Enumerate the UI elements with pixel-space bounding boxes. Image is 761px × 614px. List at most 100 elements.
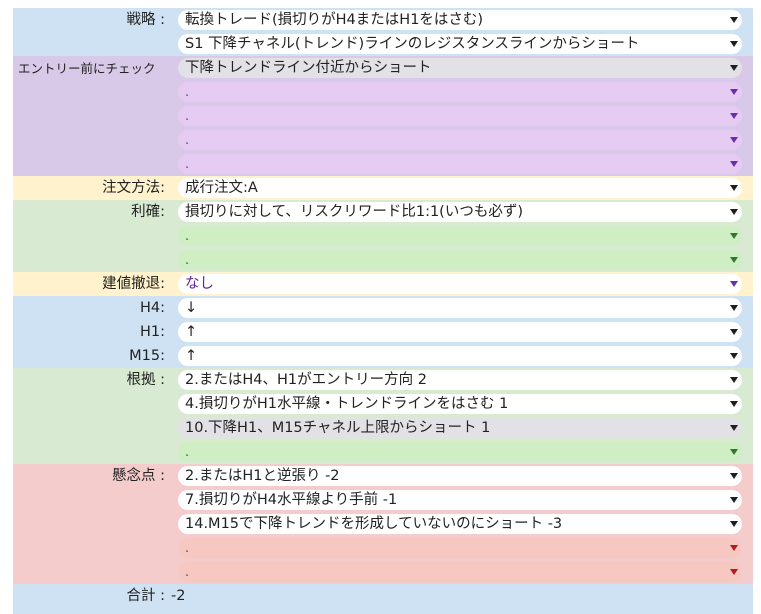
chevron-down-icon bbox=[730, 401, 738, 407]
concerns-value-2: 7.損切りがH4水平線より手前 -1 bbox=[185, 492, 398, 508]
concerns-value-3: 14.M15で下降トレンドを形成していないのにショート -3 bbox=[185, 516, 563, 532]
basis-dropdown-4[interactable]: . bbox=[178, 442, 742, 462]
pre-entry-row-3: . bbox=[13, 104, 753, 128]
basis-row: 根拠 : 2.またはH4、H1がエントリー方向 2 bbox=[13, 368, 753, 392]
h1-value: ↑ bbox=[185, 324, 198, 340]
basis-value-2: 4.損切りがH1水平線・トレンドラインをはさむ 1 bbox=[185, 396, 509, 412]
h1-row: H1: ↑ bbox=[13, 320, 753, 344]
strategy-row-2: S1 下降チャネル(トレンド)ラインのレジスタンスラインからショート bbox=[13, 32, 753, 56]
chevron-down-icon bbox=[730, 329, 738, 335]
concerns-dropdown-3[interactable]: 14.M15で下降トレンドを形成していないのにショート -3 bbox=[178, 514, 742, 534]
concerns-value-4: . bbox=[185, 541, 190, 556]
concerns-dropdown-2[interactable]: 7.損切りがH4水平線より手前 -1 bbox=[178, 490, 742, 510]
take-profit-row: 利確: 損切りに対して、リスクリワード比1:1(いつも必ず) bbox=[13, 200, 753, 224]
total-value: -2 bbox=[171, 588, 186, 604]
basis-value-4: . bbox=[185, 445, 190, 460]
take-profit-value-3: . bbox=[185, 253, 190, 268]
chevron-down-icon bbox=[730, 233, 738, 239]
chevron-down-icon bbox=[730, 161, 738, 167]
chevron-down-icon bbox=[730, 185, 738, 191]
concerns-row-5: . bbox=[13, 560, 753, 584]
pre-entry-value-1: 下降トレンドライン付近からショート bbox=[185, 60, 432, 76]
trade-checklist-form: 戦略 : 転換トレード(損切りがH4またはH1をはさむ) S1 下降チャネル(ト… bbox=[0, 0, 761, 614]
chevron-down-icon bbox=[730, 281, 738, 287]
concerns-dropdown-4[interactable]: . bbox=[178, 538, 742, 558]
chevron-down-icon bbox=[730, 569, 738, 575]
basis-value-3: 10.下降H1、M15チャネル上限からショート 1 bbox=[185, 420, 491, 436]
order-method-row: 注文方法: 成行注文:A bbox=[13, 176, 753, 200]
m15-label: M15: bbox=[129, 348, 165, 364]
strategy-dropdown-1[interactable]: 転換トレード(損切りがH4またはH1をはさむ) bbox=[178, 10, 742, 30]
concerns-row: 懸念点 : 2.またはH1と逆張り -2 bbox=[13, 464, 753, 488]
chevron-down-icon bbox=[730, 353, 738, 359]
pre-entry-row: エントリー前にチェック 下降トレンドライン付近からショート bbox=[13, 56, 753, 80]
chevron-down-icon bbox=[730, 209, 738, 215]
pre-entry-row-5: . bbox=[13, 152, 753, 176]
chevron-down-icon bbox=[730, 137, 738, 143]
order-method-label: 注文方法: bbox=[102, 180, 165, 196]
chevron-down-icon bbox=[730, 113, 738, 119]
withdrawal-label: 建値撤退: bbox=[102, 276, 165, 292]
h4-dropdown[interactable]: ↓ bbox=[178, 298, 742, 318]
pre-entry-row-2: . bbox=[13, 80, 753, 104]
pre-entry-dropdown-4[interactable]: . bbox=[178, 130, 742, 150]
basis-row-4: . bbox=[13, 440, 753, 464]
take-profit-row-2: . bbox=[13, 224, 753, 248]
take-profit-dropdown-3[interactable]: . bbox=[178, 250, 742, 270]
chevron-down-icon bbox=[730, 89, 738, 95]
pre-entry-value-4: . bbox=[185, 133, 190, 148]
withdrawal-dropdown[interactable]: なし bbox=[178, 274, 742, 294]
concerns-dropdown-5[interactable]: . bbox=[178, 562, 742, 582]
pre-entry-dropdown-1[interactable]: 下降トレンドライン付近からショート bbox=[178, 58, 742, 78]
basis-label: 根拠 : bbox=[126, 372, 166, 388]
chevron-down-icon bbox=[730, 521, 738, 527]
basis-row-3: 10.下降H1、M15チャネル上限からショート 1 bbox=[13, 416, 753, 440]
pre-entry-dropdown-2[interactable]: . bbox=[178, 82, 742, 102]
chevron-down-icon bbox=[730, 257, 738, 263]
take-profit-dropdown-1[interactable]: 損切りに対して、リスクリワード比1:1(いつも必ず) bbox=[178, 202, 742, 222]
strategy-dropdown-2[interactable]: S1 下降チャネル(トレンド)ラインのレジスタンスラインからショート bbox=[178, 34, 742, 54]
pre-entry-dropdown-3[interactable]: . bbox=[178, 106, 742, 126]
h4-value: ↓ bbox=[185, 300, 198, 316]
strategy-label: 戦略 : bbox=[126, 12, 166, 28]
pre-entry-value-5: . bbox=[185, 157, 190, 172]
m15-value: ↑ bbox=[185, 348, 198, 364]
chevron-down-icon bbox=[730, 377, 738, 383]
m15-row: M15: ↑ bbox=[13, 344, 753, 368]
pre-entry-dropdown-5[interactable]: . bbox=[178, 154, 742, 174]
concerns-row-4: . bbox=[13, 536, 753, 560]
basis-value-1: 2.またはH4、H1がエントリー方向 2 bbox=[185, 372, 427, 388]
concerns-row-3: 14.M15で下降トレンドを形成していないのにショート -3 bbox=[13, 512, 753, 536]
concerns-row-2: 7.損切りがH4水平線より手前 -1 bbox=[13, 488, 753, 512]
strategy-value-2: S1 下降チャネル(トレンド)ラインのレジスタンスラインからショート bbox=[185, 36, 640, 52]
h1-dropdown[interactable]: ↑ bbox=[178, 322, 742, 342]
basis-dropdown-3[interactable]: 10.下降H1、M15チャネル上限からショート 1 bbox=[178, 418, 742, 438]
basis-row-2: 4.損切りがH1水平線・トレンドラインをはさむ 1 bbox=[13, 392, 753, 416]
concerns-dropdown-1[interactable]: 2.またはH1と逆張り -2 bbox=[178, 466, 742, 486]
order-method-value: 成行注文:A bbox=[185, 180, 258, 196]
total-row: 合計 : -2 bbox=[13, 584, 753, 608]
concerns-value-5: . bbox=[185, 565, 190, 580]
chevron-down-icon bbox=[730, 497, 738, 503]
chevron-down-icon bbox=[730, 449, 738, 455]
chevron-down-icon bbox=[730, 473, 738, 479]
take-profit-value-1: 損切りに対して、リスクリワード比1:1(いつも必ず) bbox=[185, 204, 523, 220]
pre-entry-value-3: . bbox=[185, 109, 190, 124]
pre-entry-label: エントリー前にチェック bbox=[18, 61, 156, 76]
order-method-dropdown[interactable]: 成行注文:A bbox=[178, 178, 742, 198]
take-profit-dropdown-2[interactable]: . bbox=[178, 226, 742, 246]
chevron-down-icon bbox=[730, 65, 738, 71]
h1-label: H1: bbox=[139, 324, 165, 340]
basis-dropdown-1[interactable]: 2.またはH4、H1がエントリー方向 2 bbox=[178, 370, 742, 390]
concerns-value-1: 2.またはH1と逆張り -2 bbox=[185, 468, 340, 484]
concerns-label: 懸念点 : bbox=[112, 468, 165, 484]
m15-dropdown[interactable]: ↑ bbox=[178, 346, 742, 366]
pre-entry-row-4: . bbox=[13, 128, 753, 152]
chevron-down-icon bbox=[730, 545, 738, 551]
withdrawal-value: なし bbox=[185, 276, 214, 292]
strategy-row: 戦略 : 転換トレード(損切りがH4またはH1をはさむ) bbox=[13, 8, 753, 32]
chevron-down-icon bbox=[730, 17, 738, 23]
chevron-down-icon bbox=[730, 425, 738, 431]
basis-dropdown-2[interactable]: 4.損切りがH1水平線・トレンドラインをはさむ 1 bbox=[178, 394, 742, 414]
chevron-down-icon bbox=[730, 41, 738, 47]
